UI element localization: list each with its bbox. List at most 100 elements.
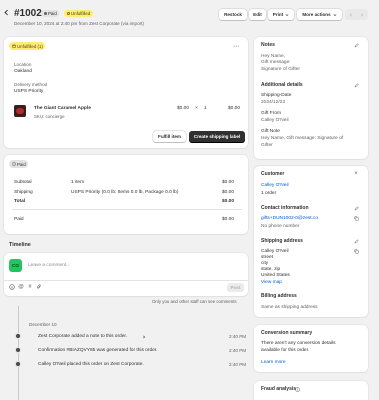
shipping-detail: USPS Priority (0.0 lb: Items 0.0 lb, Pac… [71, 190, 179, 195]
create-shipping-label-button[interactable]: Create shipping label [189, 131, 245, 142]
product-total: $0.00 [228, 106, 241, 111]
payment-summary: Subtotal 1 item $0.00 Shipping USPS Prio… [12, 177, 242, 229]
conversion-text: available for this order. [261, 348, 310, 353]
back-arrow-icon[interactable] [3, 9, 10, 16]
subtotal-value: $0.00 [222, 180, 235, 185]
fulfill-item-button[interactable]: Fulfill item [153, 131, 186, 142]
timeline-event: Calley O'Neil placed this order on Zest … [38, 362, 144, 367]
contact-info-title: Contact information [261, 205, 309, 211]
avatar-initials: CO [12, 263, 19, 268]
customer-email-link[interactable]: gifts+DUN1002-0@zest.co [261, 216, 318, 222]
learn-more-link[interactable]: Learn more [261, 360, 286, 366]
fraud-analysis-card: Fraud analysis [254, 381, 368, 400]
payment-status-label: Paid [48, 11, 57, 16]
timeline-title: Timeline [9, 242, 31, 248]
comment-input[interactable]: Leave a comment... [28, 263, 70, 269]
subtotal-detail: 1 item [71, 180, 85, 185]
payment-divider [12, 209, 242, 210]
copy-icon[interactable] [353, 248, 359, 254]
timeline-date: December 10 [29, 322, 57, 327]
address-line: state, zip [261, 267, 281, 272]
conversion-title: Conversion summary [261, 330, 313, 336]
notes-card: Notes Hey Name, Gift message: Signature … [254, 37, 368, 159]
address-line: street [261, 255, 273, 260]
previous-order-icon[interactable] [346, 13, 357, 17]
product-name[interactable]: The Giant Caramel Apple [34, 106, 91, 112]
total-label: Total [14, 199, 26, 204]
shipping-value: $0.00 [222, 190, 235, 195]
conversion-summary-card: Conversion summary There aren't any conv… [254, 325, 368, 372]
attachment-icon[interactable] [36, 284, 42, 290]
edit-button[interactable]: Edit [249, 9, 266, 20]
unfulfilled-badge: Unfulfilled (1) [9, 42, 46, 50]
next-order-icon[interactable] [357, 13, 368, 17]
address-line: Calley O'Neil [261, 249, 289, 254]
payment-card: Paid Subtotal 1 item $0.00 Shipping USPS… [4, 155, 248, 234]
product-sku: SKU: concierge [34, 114, 65, 119]
notes-title: Notes [261, 42, 275, 48]
product-quantity: 1 [204, 106, 207, 111]
comment-box: CO Leave a comment... @ # Post [4, 253, 248, 296]
timeline-event-time: 2:40 PM [229, 334, 247, 339]
fulfillment-status-badge: Unfulfilled [64, 10, 93, 17]
location-value: Oakland [14, 69, 32, 74]
emoji-icon[interactable] [9, 284, 15, 290]
product-image [16, 108, 24, 114]
comment-divider [4, 280, 248, 281]
view-map-link[interactable]: View map [261, 280, 282, 286]
customer-name-link[interactable]: Calley O'Neil [261, 183, 289, 189]
detail-label: Shipping-Date [261, 93, 292, 98]
chevron-down-icon [333, 13, 337, 16]
more-actions-button[interactable]: More actions [297, 9, 342, 20]
detail-value: 2024/12/23 [261, 100, 286, 105]
timeline-dot [16, 334, 20, 338]
paid-value: $0.00 [222, 217, 235, 222]
paid-label: Paid [14, 217, 24, 222]
hashtag-icon[interactable]: # [27, 284, 33, 290]
edit-pencil-icon[interactable] [353, 238, 359, 244]
subtotal-label: Subtotal [14, 180, 32, 185]
edit-pencil-icon[interactable] [353, 205, 359, 211]
post-button[interactable]: Post [227, 283, 244, 292]
product-times: × [195, 106, 198, 111]
delivery-method-label: Delivery method [14, 82, 48, 87]
customer-card: Customer × Calley O'Neil 1 order Contact… [254, 166, 368, 317]
detail-value: Calley O'Neil [261, 118, 289, 123]
customer-phone: No phone number [261, 224, 300, 229]
print-button[interactable]: Print [268, 9, 294, 20]
shipping-address-title: Shipping address [261, 238, 303, 244]
timeline-event: Confirmation #BIAZQVY85 was generated fo… [38, 348, 158, 353]
copy-icon[interactable] [353, 215, 359, 221]
location-label: Location [14, 62, 32, 67]
print-label: Print [272, 12, 284, 17]
avatar: CO [9, 259, 22, 272]
detail-value: Gifter [261, 143, 273, 148]
edit-pencil-icon[interactable] [353, 82, 359, 88]
timeline-dot [16, 362, 20, 366]
customer-title: Customer [261, 171, 285, 177]
address-line: city [261, 261, 269, 266]
chevron-down-icon [285, 13, 289, 16]
detail-value: Hey Name, Gift message: Signature of [261, 136, 344, 141]
more-actions-label: More actions [302, 12, 331, 17]
paid-badge: Paid [9, 160, 29, 168]
order-subtitle: December 10, 2024 at 2:40 pm from Zest C… [14, 21, 144, 26]
note-line: Signature of Gifter [261, 67, 300, 72]
receipt-icon [11, 162, 16, 166]
additional-details-title: Additional details [261, 82, 303, 88]
comment-visibility-note: Only you and other staff can see comment… [152, 299, 237, 304]
mention-icon[interactable]: @ [18, 284, 24, 290]
billing-address-title: Billing address [261, 293, 297, 299]
order-pager [345, 9, 368, 20]
more-options-icon[interactable]: ⋯ [232, 42, 240, 50]
page-header: #1002 Paid Unfulfilled December 10, 2024… [0, 0, 379, 30]
close-icon[interactable]: × [353, 171, 359, 177]
timeline-event[interactable]: Zest Corporate added a note to this orde… [38, 334, 127, 340]
chevron-right-icon[interactable] [141, 334, 146, 339]
edit-pencil-icon[interactable] [353, 42, 359, 48]
order-number: #1002 [14, 8, 42, 19]
info-icon[interactable] [295, 387, 300, 392]
detail-label: Gift From [261, 111, 281, 116]
paid-badge-label: Paid [17, 161, 26, 167]
restock-button[interactable]: Restock [219, 9, 247, 20]
